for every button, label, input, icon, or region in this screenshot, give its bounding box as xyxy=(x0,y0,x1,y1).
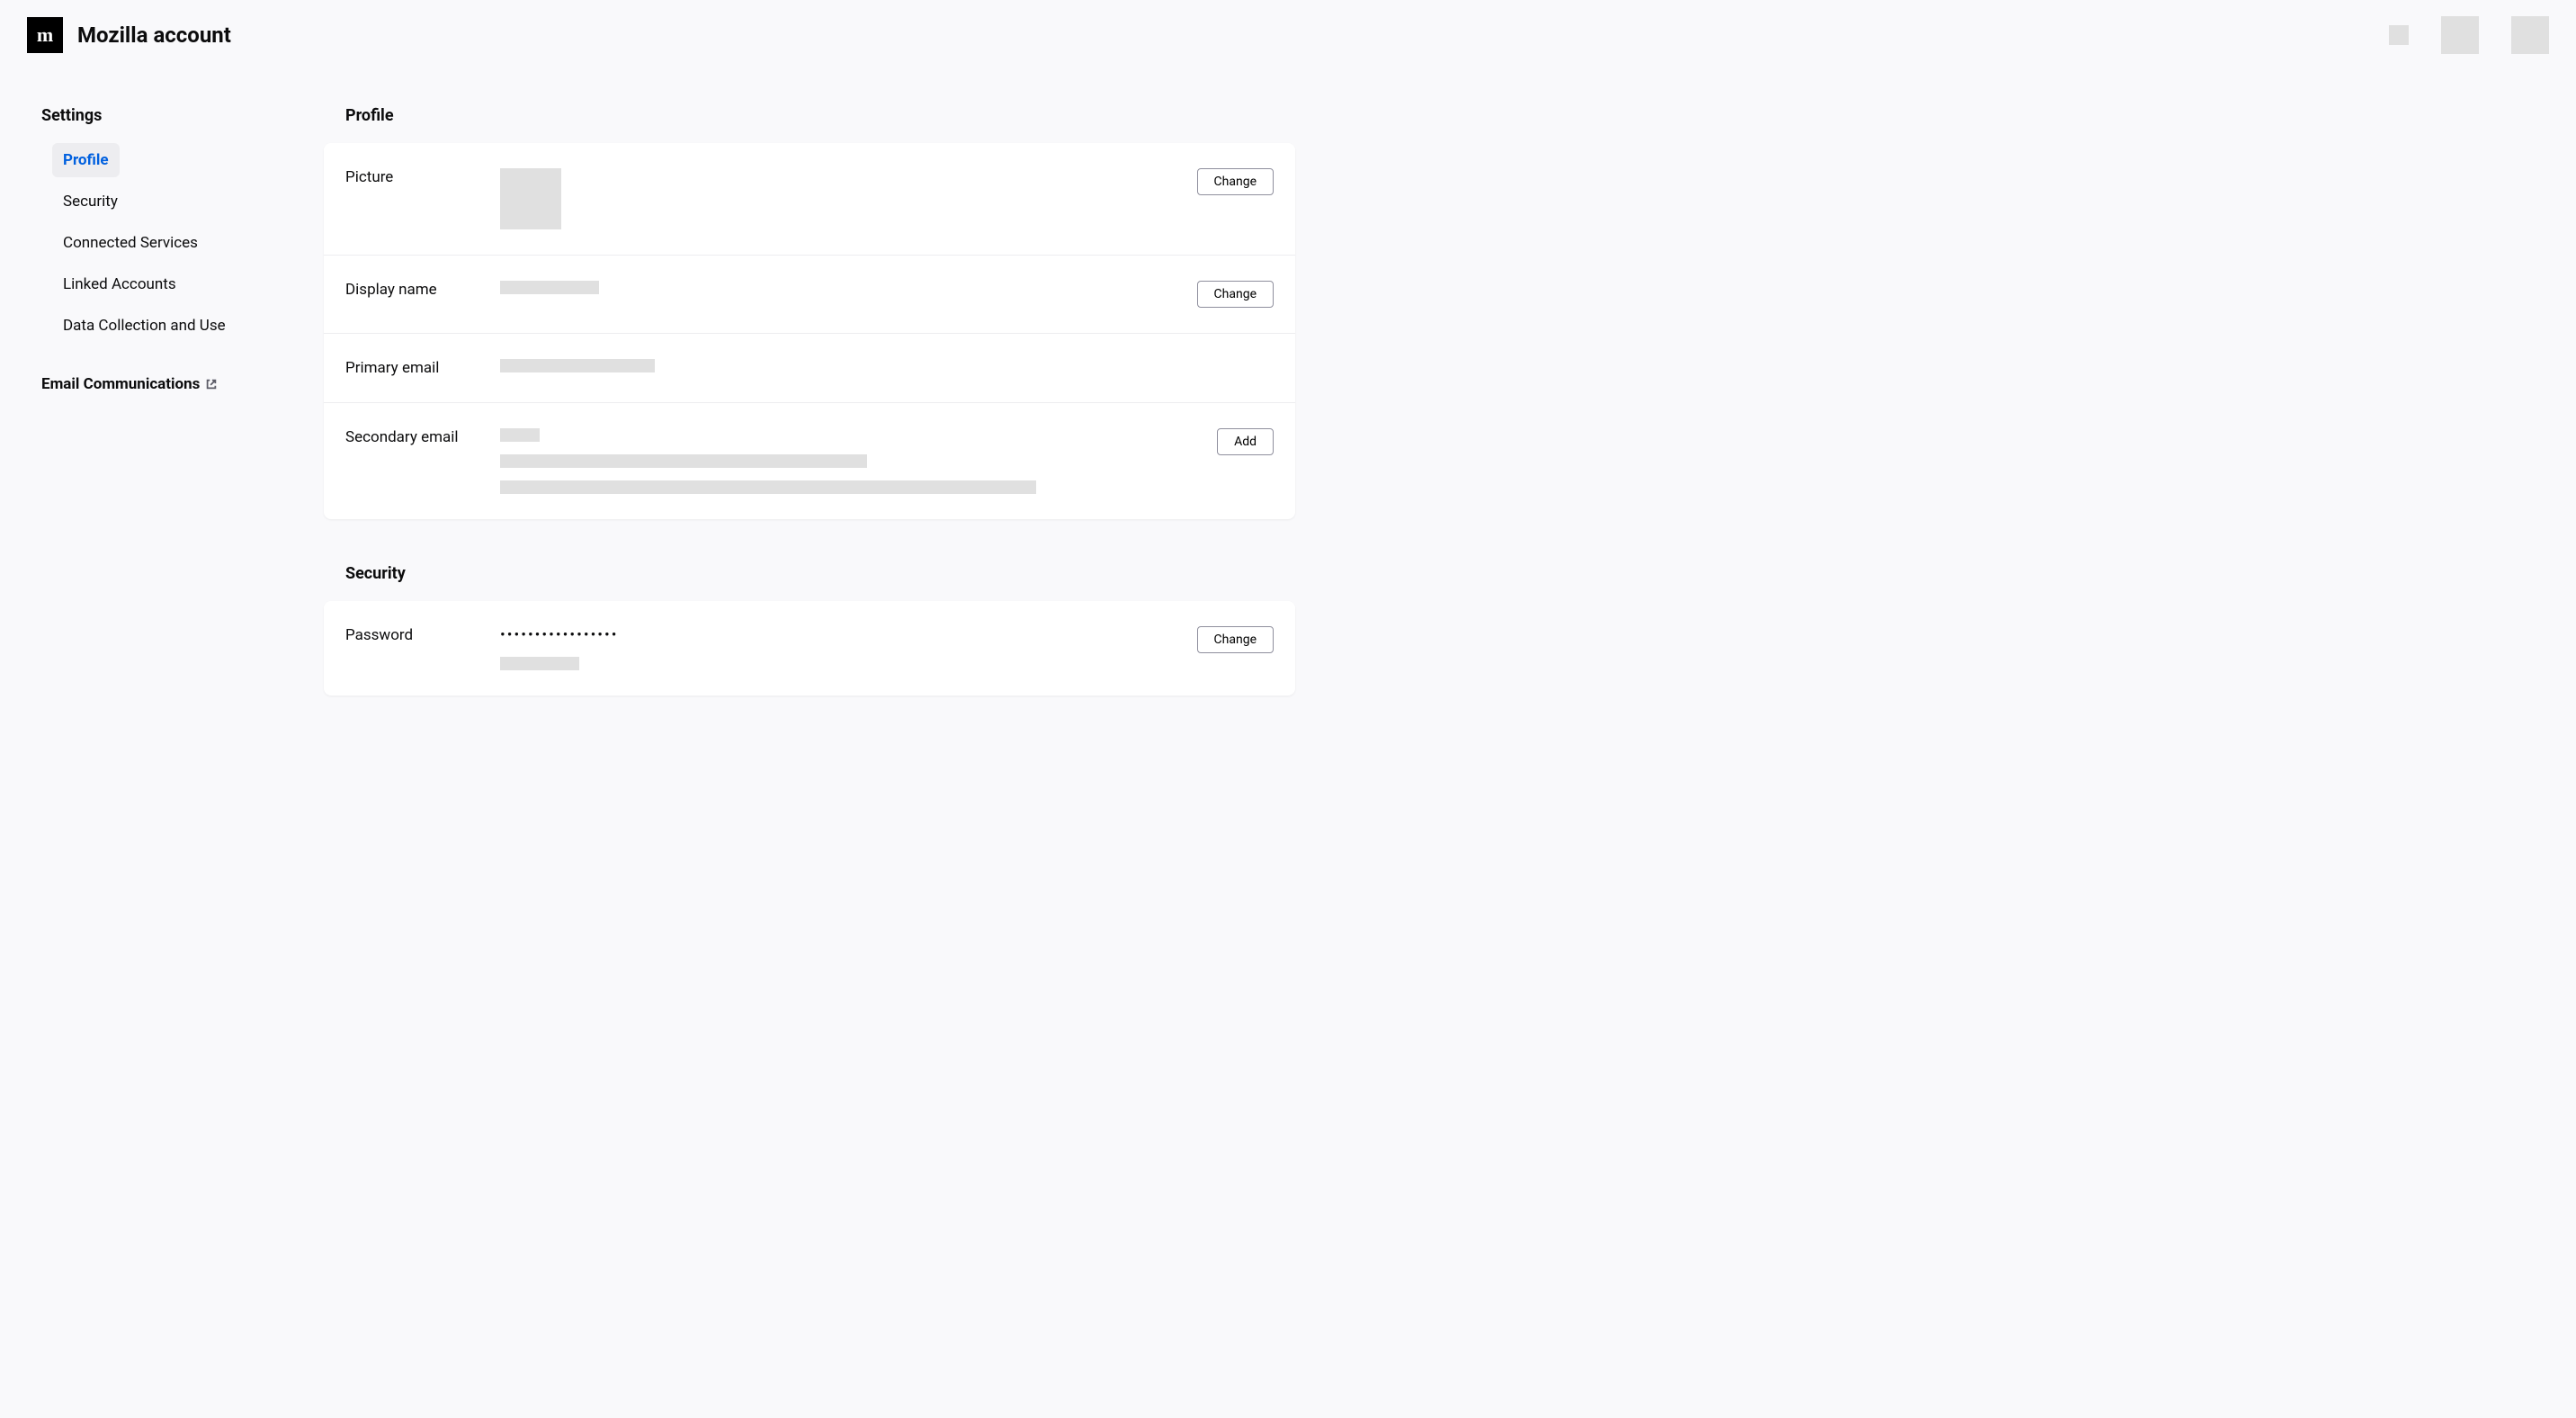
change-display-name-button[interactable]: Change xyxy=(1197,281,1274,308)
header-left: m Mozilla account xyxy=(27,17,231,53)
header-menu-icon[interactable] xyxy=(2511,16,2549,54)
display-name-action: Change xyxy=(1197,281,1274,308)
display-name-value xyxy=(500,281,1197,294)
password-meta-placeholder xyxy=(500,657,579,670)
password-label: Password xyxy=(345,626,500,644)
secondary-email-placeholder-1 xyxy=(500,428,540,442)
sidebar-item-connected-services[interactable]: Connected Services xyxy=(52,226,209,260)
sidebar-heading: Settings xyxy=(41,106,306,125)
password-dots: ••••••••••••••••• xyxy=(500,626,1197,644)
app-title: Mozilla account xyxy=(77,22,231,48)
display-name-placeholder xyxy=(500,281,599,294)
sidebar: Settings Profile Security Connected Serv… xyxy=(27,106,324,740)
add-secondary-email-button[interactable]: Add xyxy=(1217,428,1274,455)
header-grid-icon[interactable] xyxy=(2389,25,2409,45)
password-value: ••••••••••••••••• xyxy=(500,626,1197,670)
header-avatar-icon[interactable] xyxy=(2441,16,2479,54)
external-link-icon xyxy=(205,378,218,390)
secondary-email-placeholder-3 xyxy=(500,480,1036,494)
primary-email-row: Primary email xyxy=(324,334,1295,403)
secondary-email-action: Add xyxy=(1217,428,1274,455)
secondary-email-row: Secondary email Add xyxy=(324,403,1295,519)
sidebar-bottom-link-label: Email Communications xyxy=(41,375,200,393)
secondary-email-value xyxy=(500,428,1217,494)
security-section-heading: Security xyxy=(345,564,1295,583)
security-card: Password ••••••••••••••••• Change xyxy=(324,601,1295,696)
password-action: Change xyxy=(1197,626,1274,653)
sidebar-item-security[interactable]: Security xyxy=(52,184,129,219)
sidebar-item-data-collection[interactable]: Data Collection and Use xyxy=(52,309,237,343)
mozilla-logo-icon[interactable]: m xyxy=(27,17,63,53)
picture-label: Picture xyxy=(345,168,500,186)
picture-value xyxy=(500,168,1197,229)
change-password-button[interactable]: Change xyxy=(1197,626,1274,653)
profile-card: Picture Change Display name Change Prima xyxy=(324,143,1295,519)
sidebar-email-communications-link[interactable]: Email Communications xyxy=(41,375,306,393)
sidebar-item-linked-accounts[interactable]: Linked Accounts xyxy=(52,267,187,301)
main-content: Profile Picture Change Display name Chan… xyxy=(324,106,1295,740)
password-row: Password ••••••••••••••••• Change xyxy=(324,601,1295,696)
primary-email-value xyxy=(500,359,1274,372)
sidebar-list: Profile Security Connected Services Link… xyxy=(41,143,306,350)
secondary-email-placeholder-2 xyxy=(500,454,867,468)
primary-email-label: Primary email xyxy=(345,359,500,377)
picture-row: Picture Change xyxy=(324,143,1295,256)
container: Settings Profile Security Connected Serv… xyxy=(0,70,2576,740)
secondary-email-label: Secondary email xyxy=(345,428,500,446)
display-name-row: Display name Change xyxy=(324,256,1295,334)
profile-section-heading: Profile xyxy=(345,106,1295,125)
picture-action: Change xyxy=(1197,168,1274,195)
page-header: m Mozilla account xyxy=(0,0,2576,70)
avatar xyxy=(500,168,561,229)
sidebar-item-profile[interactable]: Profile xyxy=(52,143,120,177)
primary-email-placeholder xyxy=(500,359,655,372)
change-picture-button[interactable]: Change xyxy=(1197,168,1274,195)
display-name-label: Display name xyxy=(345,281,500,299)
header-right xyxy=(2389,16,2549,54)
